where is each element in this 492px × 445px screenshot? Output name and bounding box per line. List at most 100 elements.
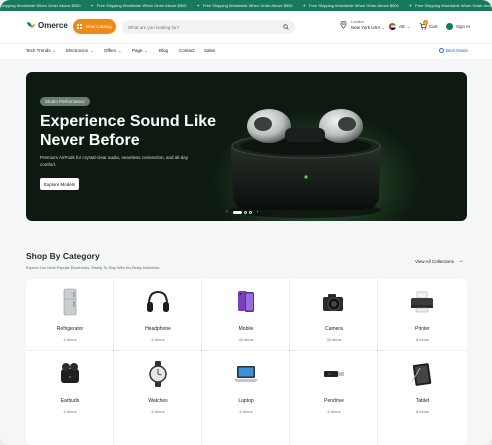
header: Omerce View Catalog Location New York US…	[0, 11, 492, 43]
sign-in-label: Sign In	[456, 24, 471, 29]
best-deals-link[interactable]: Best Deals	[439, 48, 468, 53]
grid-plus-marker: +	[112, 348, 115, 354]
ticker-item: Shipping Worldwide When Order Above $500	[0, 3, 80, 8]
ticker-text: Free Shipping Worldwide When Order Above…	[96, 3, 187, 8]
earbuds-icon	[61, 363, 79, 383]
category-card-printer[interactable]: Printer 6 items	[378, 279, 467, 351]
search-input[interactable]	[128, 20, 278, 34]
sparkle-icon: ✦	[408, 3, 413, 8]
category-count: 4 items	[63, 337, 77, 342]
sparkle-icon: ✦	[90, 3, 94, 8]
view-all-label: View All Collections	[415, 258, 454, 264]
category-name: Tablet	[415, 398, 430, 404]
ticker-item: ✦Free Shipping Worldwide When Order Abov…	[197, 3, 293, 8]
nav-item-blog[interactable]: Blog	[159, 48, 168, 53]
chevron-down-icon: ⌄	[381, 26, 385, 30]
category-count: 6 items	[151, 337, 165, 342]
ticker-item: ✦Free Shipping Worldwide When Order Abov…	[409, 3, 492, 8]
tag-icon	[439, 48, 444, 53]
category-count: 4 items	[63, 409, 77, 414]
view-catalog-button[interactable]: View Catalog	[73, 19, 116, 34]
nav-item-tech-trends[interactable]: Tech Trends ⌄	[26, 48, 56, 53]
sparkle-icon: ✦	[302, 3, 307, 8]
category-card-refrigerator[interactable]: Refrigerator 4 items	[26, 279, 114, 351]
ticker-text: Free Shipping Worldwide When Order Above…	[309, 3, 399, 8]
page: Shipping Worldwide When Order Above $500…	[0, 0, 492, 445]
slide-dot[interactable]	[248, 210, 252, 214]
nav-item-contact[interactable]: Contact	[179, 48, 195, 53]
logo-text: Omerce	[38, 21, 68, 30]
category-card-laptop[interactable]: Laptop 6 items	[202, 351, 290, 445]
nav-label: Tech Trends	[26, 48, 51, 53]
category-name: Refrigerator	[56, 326, 84, 332]
category-card-camera[interactable]: Camera 35 items	[290, 279, 378, 351]
cart-label: Cart	[429, 23, 438, 29]
section-subtitle: Explore Our Most Popular Electronics, Re…	[26, 266, 161, 270]
category-count: 6 items	[239, 409, 253, 414]
category-count: 35 items	[326, 337, 342, 342]
arrow-right-icon: →	[457, 258, 464, 264]
section-title: Shop By Category	[26, 251, 100, 261]
hero-tag: Studio Performance	[40, 97, 90, 106]
grid-icon	[77, 24, 83, 29]
ticker-item: ✦Free Shipping Worldwide When Order Abov…	[303, 3, 399, 8]
chevron-down-icon: ⌄	[90, 48, 94, 53]
location-pin-icon	[340, 21, 347, 29]
category-card-watches[interactable]: Watches 6 items	[114, 351, 202, 445]
sign-in-button[interactable]: Sign In	[446, 23, 470, 30]
grid-plus-marker: +	[200, 348, 203, 354]
category-name: Watches	[148, 398, 168, 404]
grid-plus-marker: +	[288, 348, 291, 354]
category-card-headphone[interactable]: Headphone 6 items	[114, 279, 202, 351]
category-count: 6 items	[416, 337, 429, 342]
nav-item-sales[interactable]: Sales	[204, 48, 215, 53]
cart-button[interactable]: 0 Cart	[419, 20, 438, 30]
category-card-pendrive[interactable]: Pendrive 6 items	[290, 351, 378, 445]
main-nav: Tech Trends ⌄ Electronics ⌄ Offers ⌄ Page ⌄ …	[0, 43, 492, 59]
category-name: Mobile	[238, 326, 254, 332]
category-name: Printer	[415, 326, 430, 332]
chevron-down-icon: ⌄	[407, 24, 410, 29]
chevron-left-icon[interactable]: ‹	[226, 209, 228, 215]
chevron-right-icon[interactable]: ›	[257, 209, 259, 215]
nav-item-electronics[interactable]: Electronics ⌄	[66, 48, 93, 53]
hero-banner: Studio Performance Experience Sound Like…	[26, 72, 467, 221]
nav-item-offers[interactable]: Offers ⌄	[104, 48, 122, 53]
hero-title: Experience Sound Like Never Before	[40, 113, 217, 149]
category-card-mobile[interactable]: Mobile 48 items	[202, 279, 290, 351]
logo-icon	[27, 21, 36, 30]
nav-label: Page	[132, 48, 143, 53]
ticker-text: Shipping Worldwide When Order Above $500	[0, 3, 81, 8]
nav-label: Blog	[159, 48, 169, 53]
category-count: 6 items	[151, 409, 165, 414]
category-grid: Refrigerator 4 items Headphone 6 items M…	[26, 279, 467, 445]
hero-slider-controls: ‹ ›	[222, 209, 262, 215]
slide-dot[interactable]	[243, 210, 247, 214]
explore-models-button[interactable]: Explore Models	[40, 178, 79, 190]
mobile-icon	[238, 291, 254, 312]
pendrive-icon	[324, 371, 344, 377]
search-icon[interactable]	[283, 24, 289, 30]
tablet-icon	[411, 363, 432, 386]
category-card-earbuds[interactable]: Earbuds 4 items	[26, 351, 114, 445]
language-code: AE	[399, 24, 406, 29]
ticker-text: Free Shipping Worldwide When Order Above…	[415, 3, 492, 8]
slide-dot-active[interactable]	[232, 210, 242, 214]
nav-item-page[interactable]: Page ⌄	[132, 48, 148, 53]
category-name: Laptop	[238, 398, 254, 404]
chevron-down-icon: ⌄	[52, 48, 56, 53]
user-icon	[446, 23, 453, 30]
category-card-tablet[interactable]: Tablet 6 items	[378, 351, 467, 445]
nav-label: Offers	[104, 48, 117, 53]
language-selector[interactable]: AE ⌄	[389, 23, 410, 30]
view-catalog-label: View Catalog	[85, 24, 112, 29]
refrigerator-icon	[63, 288, 77, 316]
location-selector[interactable]: Location New York USA ⌄	[340, 20, 384, 30]
ticker-item: ✦Free Shipping Worldwide When Order Abov…	[90, 3, 186, 8]
airpods-image	[231, 109, 381, 218]
logo[interactable]: Omerce	[27, 21, 68, 30]
search-bar	[122, 20, 295, 34]
cart-count-badge: 0	[423, 20, 428, 25]
view-all-collections-link[interactable]: View All Collections →	[415, 258, 464, 264]
chevron-down-icon: ⌄	[118, 48, 122, 53]
